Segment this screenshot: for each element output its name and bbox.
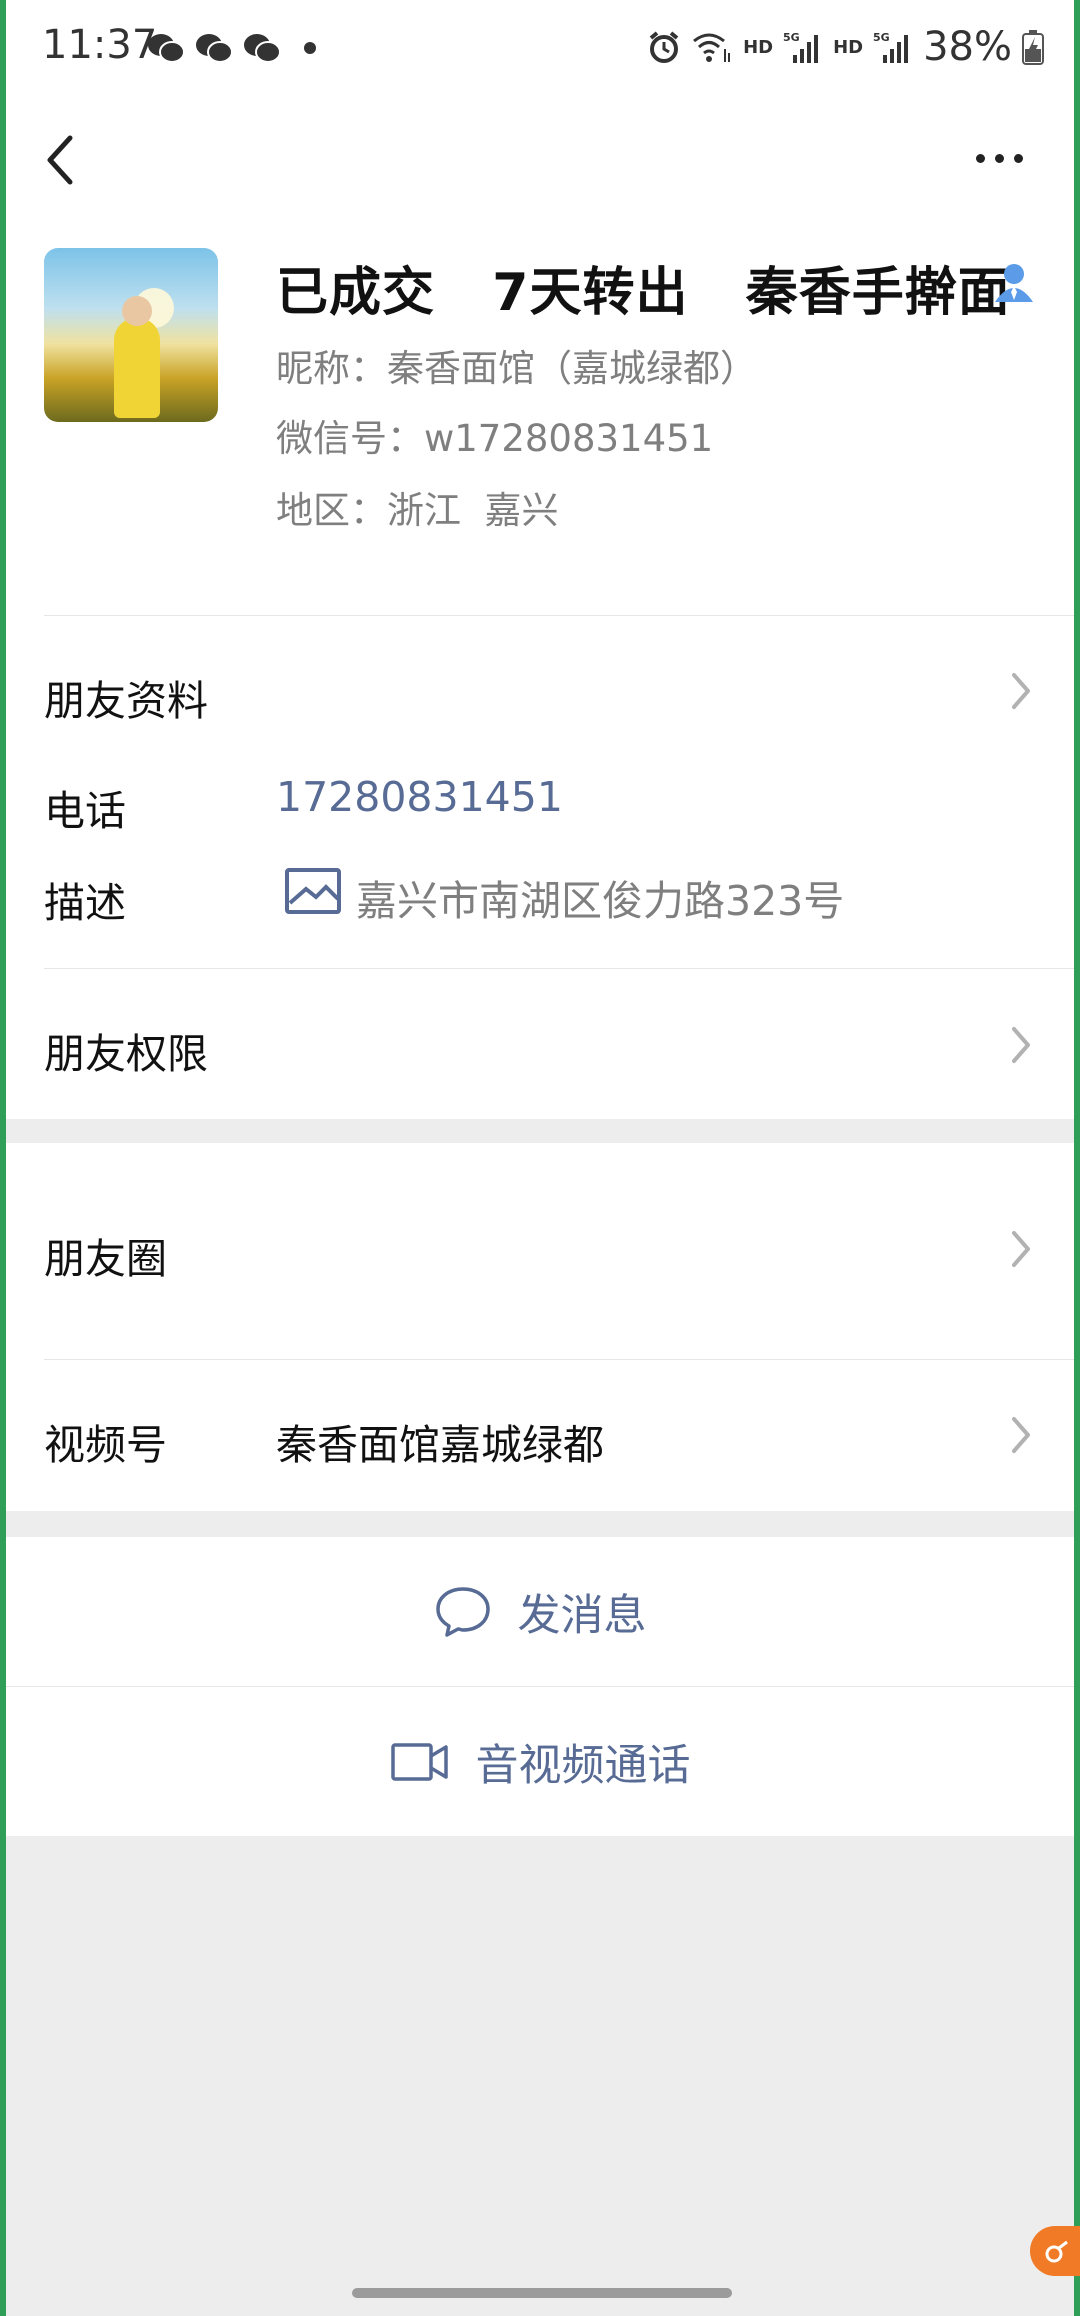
phone-number[interactable]: 17280831451 (276, 773, 563, 821)
more-options-button[interactable] (964, 128, 1034, 188)
hd-label: HD (833, 36, 864, 58)
phone-label: 电话 (44, 787, 126, 835)
friend-info-label[interactable]: 朋友资料 (44, 667, 208, 727)
moments-label[interactable]: 朋友圈 (44, 1225, 167, 1285)
floating-link-icon (1045, 2240, 1068, 2263)
description-text: 嘉兴市南湖区俊力路323号 (356, 877, 845, 925)
send-message-button[interactable]: 发消息 (6, 1537, 1074, 1686)
chevron-left-icon (47, 135, 73, 185)
chevron-right-icon[interactable] (1008, 669, 1034, 713)
nickname: 昵称：秦香面馆（嘉城绿都） (276, 347, 757, 390)
friend-permissions-label[interactable]: 朋友权限 (44, 1020, 208, 1080)
channels-name[interactable]: 秦香面馆嘉城绿都 (276, 1411, 604, 1471)
contact-person-icon (995, 264, 1033, 302)
screen: 11:37 HD 5G HD 5G 38% 已成交 7天转出 秦香手擀面 昵称：… (6, 0, 1080, 2316)
divider (44, 1359, 1074, 1360)
wechat-notification-icon (148, 34, 185, 63)
send-message-label: 发消息 (517, 1590, 647, 1641)
alarm-icon (649, 31, 679, 63)
signal-icon: 5G (783, 31, 819, 63)
signal-icon: 5G (873, 31, 909, 63)
image-icon[interactable] (284, 867, 342, 915)
more-notifications-dot (304, 42, 316, 54)
voice-video-call-button[interactable]: 音视频通话 (6, 1687, 1074, 1836)
profile-header: 已成交 7天转出 秦香手擀面 昵称：秦香面馆（嘉城绿都） 微信号：w172808… (6, 220, 1074, 615)
wechat-notification-icon (244, 34, 281, 63)
notification-icons (146, 30, 316, 66)
wechat-id: 微信号：w17280831451 (276, 417, 714, 460)
status-bar: 11:37 HD 5G HD 5G 38% (6, 0, 1074, 100)
chat-bubble-icon (435, 1586, 490, 1637)
description-label: 描述 (44, 879, 126, 927)
svg-text:5G: 5G (783, 31, 800, 44)
back-button[interactable] (42, 120, 102, 200)
battery-percent: 38% (923, 24, 1012, 70)
divider (44, 968, 1074, 969)
status-indicators: HD 5G HD 5G 38% (647, 24, 1044, 70)
channels-label[interactable]: 视频号 (44, 1411, 167, 1471)
more-dots-icon (975, 153, 985, 163)
battery-charging-icon (1022, 30, 1044, 65)
floating-assist-button[interactable] (1030, 2226, 1080, 2276)
chevron-right-icon[interactable] (1008, 1023, 1034, 1067)
voice-video-call-label: 音视频通话 (475, 1740, 691, 1791)
social-section: 朋友圈 视频号 秦香面馆嘉城绿都 (6, 1143, 1074, 1511)
wifi-icon (693, 33, 731, 62)
region: 地区：浙江 嘉兴 (276, 489, 559, 532)
avatar[interactable] (44, 248, 218, 422)
nav-bar (6, 100, 1074, 220)
home-indicator[interactable] (352, 2288, 732, 2298)
status-time: 11:37 (42, 22, 158, 68)
hd-label: HD (743, 36, 774, 58)
contact-remark-name: 已成交 7天转出 秦香手擀面 (276, 263, 1011, 323)
divider (44, 615, 1074, 616)
chevron-right-icon[interactable] (1008, 1227, 1034, 1271)
svg-text:5G: 5G (873, 31, 890, 44)
wechat-notification-icon (196, 34, 233, 63)
details-section: 朋友资料 电话 17280831451 描述 嘉兴市南湖区俊力路323号 朋友权… (6, 615, 1074, 1119)
chevron-right-icon[interactable] (1008, 1413, 1034, 1457)
video-camera-icon (390, 1742, 448, 1781)
